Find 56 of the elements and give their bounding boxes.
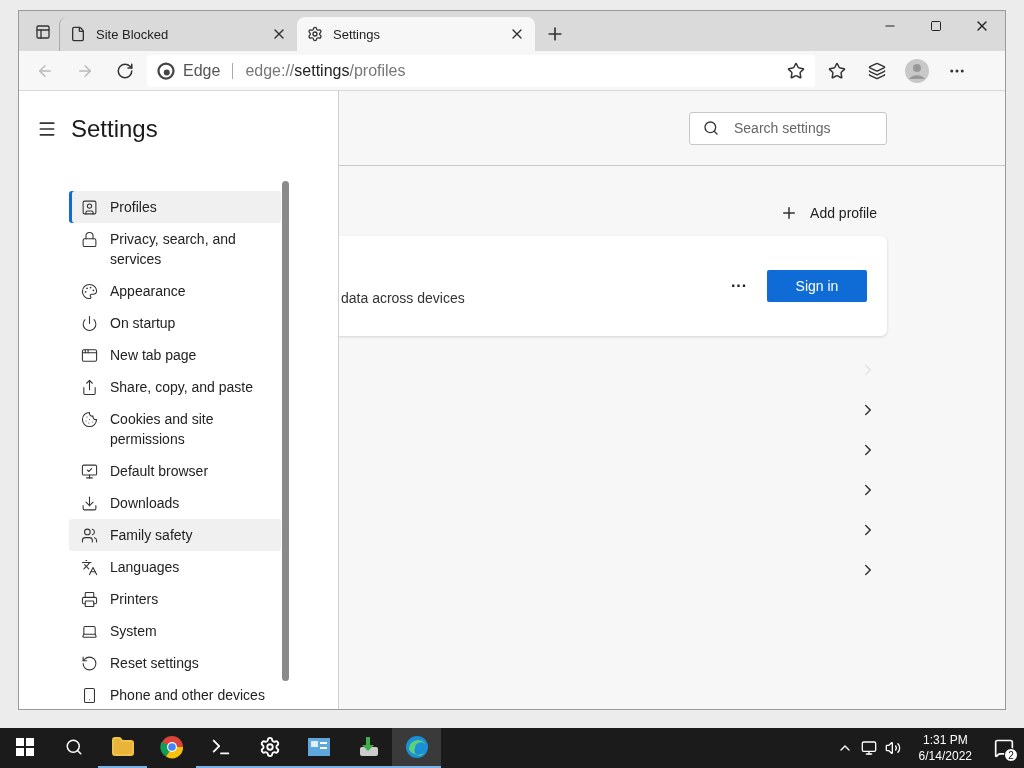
sign-in-button[interactable]: Sign in: [767, 270, 867, 302]
add-favorite-icon[interactable]: [787, 61, 805, 80]
settings-icon: [258, 736, 281, 758]
volume-icon[interactable]: [884, 740, 901, 756]
site-label: Edge: [183, 61, 221, 80]
page-icon: [70, 26, 86, 42]
scrollbar-thumb[interactable]: [282, 181, 289, 681]
address-bar[interactable]: Edge edge://settings/profiles: [147, 54, 815, 87]
sidebar-item[interactable]: Downloads: [69, 487, 281, 519]
people-icon: [81, 525, 98, 545]
sidebar-item[interactable]: On startup: [69, 307, 281, 339]
palette-icon: [81, 281, 98, 301]
download-icon: [81, 493, 98, 513]
sidebar-item[interactable]: System: [69, 615, 281, 647]
browser-icon: [159, 735, 184, 759]
lock-icon: [81, 229, 98, 249]
network-icon[interactable]: [860, 740, 877, 756]
languages-icon: [81, 557, 98, 577]
share-icon: [81, 377, 98, 397]
menu-icon[interactable]: [37, 119, 57, 139]
sidebar-item[interactable]: Reset settings: [69, 647, 281, 679]
phone-icon: [81, 685, 98, 705]
sidebar-item[interactable]: Family safety: [69, 519, 281, 551]
browser-tab[interactable]: Settings: [297, 17, 535, 51]
add-profile-link[interactable]: Add profile: [780, 204, 887, 222]
power-icon: [81, 313, 98, 333]
cookie-icon: [81, 409, 98, 429]
reset-icon: [81, 653, 98, 673]
clock[interactable]: 1:31 PM 6/14/2022: [918, 732, 972, 764]
taskbar-app[interactable]: [392, 728, 441, 768]
tab-title: Site Blocked: [96, 26, 170, 42]
sidebar-item[interactable]: Default browser: [69, 455, 281, 487]
more-options-button[interactable]: ···: [731, 277, 747, 295]
control-panel-icon: [306, 736, 331, 758]
search-field[interactable]: Search settings: [689, 111, 887, 145]
sidebar-item[interactable]: Share, copy, and paste: [69, 371, 281, 403]
sidebar-item[interactable]: Privacy, search, and services: [69, 223, 281, 275]
folder-icon: [110, 735, 135, 759]
printer-icon: [81, 589, 98, 609]
sidebar-title: Settings: [71, 115, 158, 143]
profile-icon: [81, 197, 98, 217]
settings-icon: [307, 26, 323, 42]
monitor-check-icon: [81, 461, 98, 481]
sidebar-item[interactable]: Appearance: [69, 275, 281, 307]
tab-title: Settings: [333, 26, 381, 42]
edge-icon: [404, 735, 429, 759]
profile-description: data across devices: [341, 290, 466, 306]
edge-icon: [157, 61, 175, 80]
sidebar-item[interactable]: Cookies and site permissions: [69, 403, 281, 455]
search-icon: [703, 119, 719, 136]
sidebar-item[interactable]: Printers: [69, 583, 281, 615]
url-text: edge://settings/profiles: [245, 61, 406, 80]
sidebar-item[interactable]: New tab page: [69, 339, 281, 371]
sidebar-item[interactable]: Languages: [69, 551, 281, 583]
sidebar-item[interactable]: Phone and other devices: [69, 679, 281, 711]
sidebar-item[interactable]: Profiles: [69, 191, 281, 223]
